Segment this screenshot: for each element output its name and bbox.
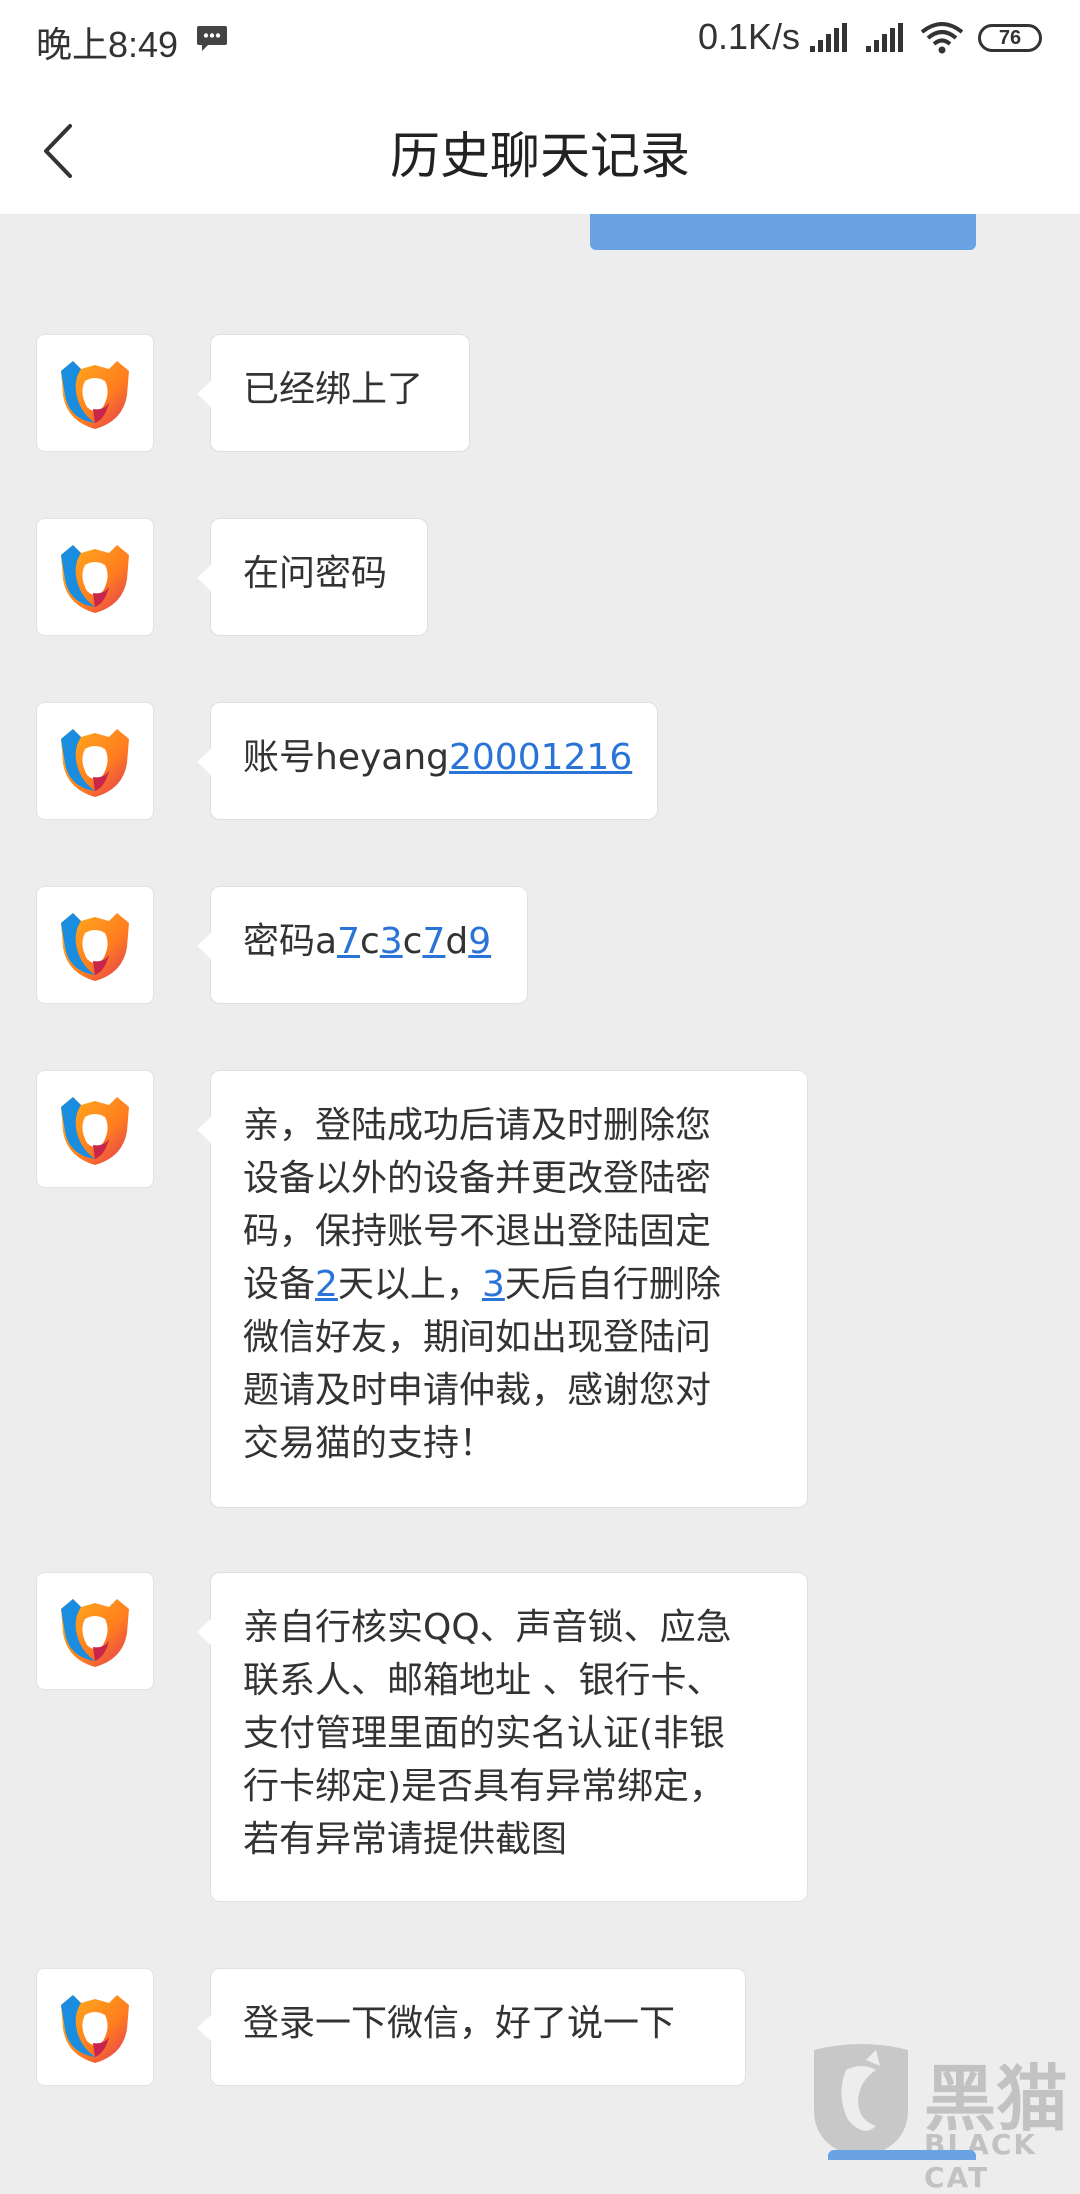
message-line: 联系人、邮箱地址 、银行卡、 [243, 1654, 775, 1707]
watermark-subtitle: BLACK CAT [924, 2128, 1038, 2194]
sender-avatar[interactable] [36, 886, 154, 1004]
wifi-icon [920, 22, 964, 54]
message-text: 天后自行删除 [504, 1264, 721, 1305]
cat-logo-icon [814, 2044, 908, 2158]
message-line: 已经绑上了 [243, 363, 437, 416]
sender-avatar[interactable] [36, 518, 154, 636]
message-line: 交易猫的支持！ [243, 1417, 775, 1470]
message-text: 支付管理里面的实名认证(非银 [243, 1713, 726, 1754]
page-title: 历史聊天记录 [390, 127, 690, 185]
message-text: 设备 [243, 1264, 316, 1305]
app-logo-icon [61, 913, 129, 981]
message-line: 设备2天以上，3天后自行删除 [243, 1258, 775, 1311]
message-text: 交易猫的支持！ [243, 1423, 496, 1464]
message-text: 若有异常请提供截图 [243, 1819, 568, 1860]
message-link[interactable]: 7 [337, 921, 360, 962]
status-time: 晚上8:49 [36, 24, 179, 65]
message-text: 亲自行核实QQ、声音锁、应急 [243, 1607, 732, 1648]
app-logo-icon [61, 1097, 129, 1165]
header: 历史聊天记录 [0, 80, 1080, 214]
message-line: 码，保持账号不退出登陆固定 [243, 1205, 775, 1258]
message-text: c [402, 921, 423, 962]
message-link[interactable]: 2 [315, 1264, 338, 1305]
message-notification-icon [197, 26, 227, 51]
signal-icon [810, 23, 847, 52]
message-text: 登录一下微信，好了说一下 [243, 2003, 676, 2044]
message-line: 亲，登陆成功后请及时删除您 [243, 1099, 775, 1152]
message-line: 登录一下微信，好了说一下 [243, 1997, 713, 2050]
message-line: 微信好友，期间如出现登陆问 [243, 1311, 775, 1364]
sender-avatar[interactable] [36, 1968, 154, 2086]
message-line: 在问密码 [243, 547, 395, 600]
sender-avatar[interactable] [36, 334, 154, 452]
network-speed: 0.1K/s [698, 16, 801, 57]
status-bar: 晚上8:49 0.1K/s 76 [0, 0, 1080, 80]
app-logo-icon [61, 1599, 129, 1667]
message-bubble[interactable]: 亲，登陆成功后请及时删除您 设备以外的设备并更改登陆密 码，保持账号不退出登陆固定设… [197, 1070, 808, 1508]
message-text: 亲，登陆成功后请及时删除您 [243, 1105, 712, 1146]
message-text: d [445, 921, 469, 962]
message-bubble[interactable]: 登录一下微信，好了说一下 [197, 1968, 746, 2086]
message-text: 行卡绑定)是否具有异常绑定， [243, 1766, 726, 1807]
message-bubble[interactable]: 亲自行核实QQ、声音锁、应急 联系人、邮箱地址 、银行卡、 支付管理里面的实名认证(… [197, 1572, 808, 1902]
sender-avatar[interactable] [36, 1572, 154, 1690]
self-message-bubble[interactable] [590, 214, 976, 250]
app-logo-icon [61, 729, 129, 797]
message-text: 码，保持账号不退出登陆固定 [243, 1211, 712, 1252]
message-link[interactable]: 3 [482, 1264, 505, 1305]
signal-icon [866, 23, 903, 52]
message-bubble[interactable]: 账号heyang20001216 [197, 702, 658, 820]
message-line: 账号heyang20001216 [243, 731, 632, 784]
app-logo-icon [61, 361, 129, 429]
sender-avatar[interactable] [36, 702, 154, 820]
message-line: 亲自行核实QQ、声音锁、应急 [243, 1601, 775, 1654]
message-link[interactable]: 3 [380, 921, 403, 962]
message-text: 微信好友，期间如出现登陆问 [243, 1317, 712, 1358]
message-link[interactable]: 20001216 [449, 737, 632, 778]
message-line: 设备以外的设备并更改登陆密 [243, 1152, 775, 1205]
message-bubble[interactable]: 在问密码 [197, 518, 428, 636]
message-text: 题请及时申请仲裁，感谢您对 [243, 1370, 712, 1411]
message-text: 密码a [243, 921, 338, 962]
message-line: 若有异常请提供截图 [243, 1813, 775, 1866]
message-text: 设备以外的设备并更改登陆密 [243, 1158, 712, 1199]
message-text: 在问密码 [243, 553, 388, 594]
self-message-bubble[interactable] [828, 2150, 976, 2160]
app-logo-icon [61, 545, 129, 613]
message-link[interactable]: 9 [468, 921, 491, 962]
message-bubble[interactable]: 已经绑上了 [197, 334, 470, 452]
message-link[interactable]: 7 [422, 921, 445, 962]
message-text: 账号heyang [243, 737, 449, 778]
message-text: 联系人、邮箱地址 、银行卡、 [243, 1660, 723, 1701]
message-text: 天以上， [337, 1264, 482, 1305]
message-text: 已经绑上了 [243, 369, 424, 410]
battery-icon: 76 [978, 24, 1042, 52]
message-text: c [359, 921, 380, 962]
sender-avatar[interactable] [36, 1070, 154, 1188]
message-line: 支付管理里面的实名认证(非银 [243, 1707, 775, 1760]
message-bubble[interactable]: 密码a7c3c7d9 [197, 886, 528, 1004]
message-line: 行卡绑定)是否具有异常绑定， [243, 1760, 775, 1813]
app-logo-icon [61, 1995, 129, 2063]
message-line: 密码a7c3c7d9 [243, 915, 495, 968]
message-line: 题请及时申请仲裁，感谢您对 [243, 1364, 775, 1417]
